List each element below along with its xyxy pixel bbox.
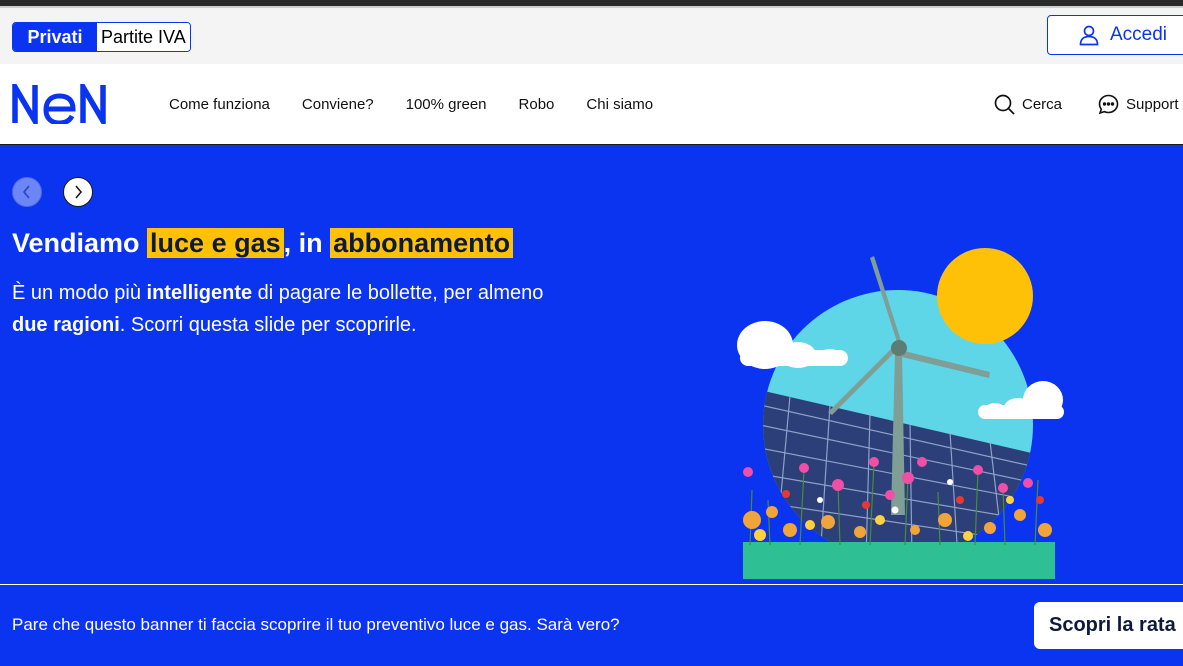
nav-conviene[interactable]: Conviene? — [302, 96, 374, 113]
nav-utilities: Cerca Support — [994, 64, 1179, 144]
nav-robo[interactable]: Robo — [519, 96, 555, 113]
audience-segmented-control: Privati Partite IVA — [12, 22, 191, 52]
segment-partite-iva[interactable]: Partite IVA — [97, 23, 190, 51]
search-label: Cerca — [1022, 95, 1063, 113]
renewable-energy-illustration — [737, 248, 1064, 579]
login-label: Accedi — [1110, 24, 1168, 45]
brand-logo[interactable] — [12, 76, 110, 132]
scopri-la-rata-button[interactable]: Scopri la rata — [1034, 602, 1183, 649]
nav-100-green[interactable]: 100% green — [406, 96, 487, 113]
desc-text-2: di pagare le bollette, per almeno — [252, 282, 544, 304]
desc-text-3: . Scorri questa slide per scoprirle. — [119, 314, 417, 336]
primary-nav: Come funziona Conviene? 100% green Robo … — [169, 64, 653, 144]
carousel-prev-button[interactable] — [12, 177, 42, 207]
carousel-next-button[interactable] — [63, 177, 93, 207]
main-navbar: Come funziona Conviene? 100% green Robo … — [0, 64, 1183, 145]
login-button[interactable]: Accedi — [1047, 15, 1183, 55]
hero-slide: Vendiamo luce e gas, in abbonamento È un… — [0, 145, 1183, 585]
headline-part1: Vendiamo — [12, 228, 148, 258]
audience-bar: Privati Partite IVA Accedi — [0, 8, 1183, 64]
search-button[interactable]: Cerca — [994, 94, 1062, 115]
quote-banner: Pare che questo banner ti faccia scoprir… — [0, 584, 1183, 666]
headline-part2: , in — [283, 228, 331, 258]
chevron-right-icon — [75, 185, 82, 199]
headline-highlight-luce-gas: luce e gas — [147, 228, 284, 258]
browser-top-strip — [0, 0, 1183, 8]
nen-logo — [12, 76, 106, 132]
support-label: Support — [1126, 95, 1179, 113]
nav-chi-siamo[interactable]: Chi siamo — [586, 96, 653, 113]
chevron-left-icon — [23, 185, 30, 199]
banner-text: Pare che questo banner ti faccia scoprir… — [12, 615, 620, 634]
user-icon — [1079, 25, 1099, 46]
segment-privati[interactable]: Privati — [13, 23, 97, 51]
hero-description: È un modo più intelligente di pagare le … — [12, 277, 572, 341]
support-button[interactable]: Support — [1098, 94, 1179, 115]
chat-bubble-icon — [1098, 94, 1119, 114]
desc-bold-due-ragioni: due ragioni — [12, 314, 120, 336]
headline-highlight-abbonamento: abbonamento — [330, 228, 514, 258]
desc-text-1: È un modo più — [12, 282, 147, 304]
search-icon — [994, 94, 1015, 115]
desc-bold-intelligente: intelligente — [146, 282, 253, 304]
hero-headline: Vendiamo luce e gas, in abbonamento — [12, 225, 514, 261]
nav-come-funziona[interactable]: Come funziona — [169, 96, 270, 113]
